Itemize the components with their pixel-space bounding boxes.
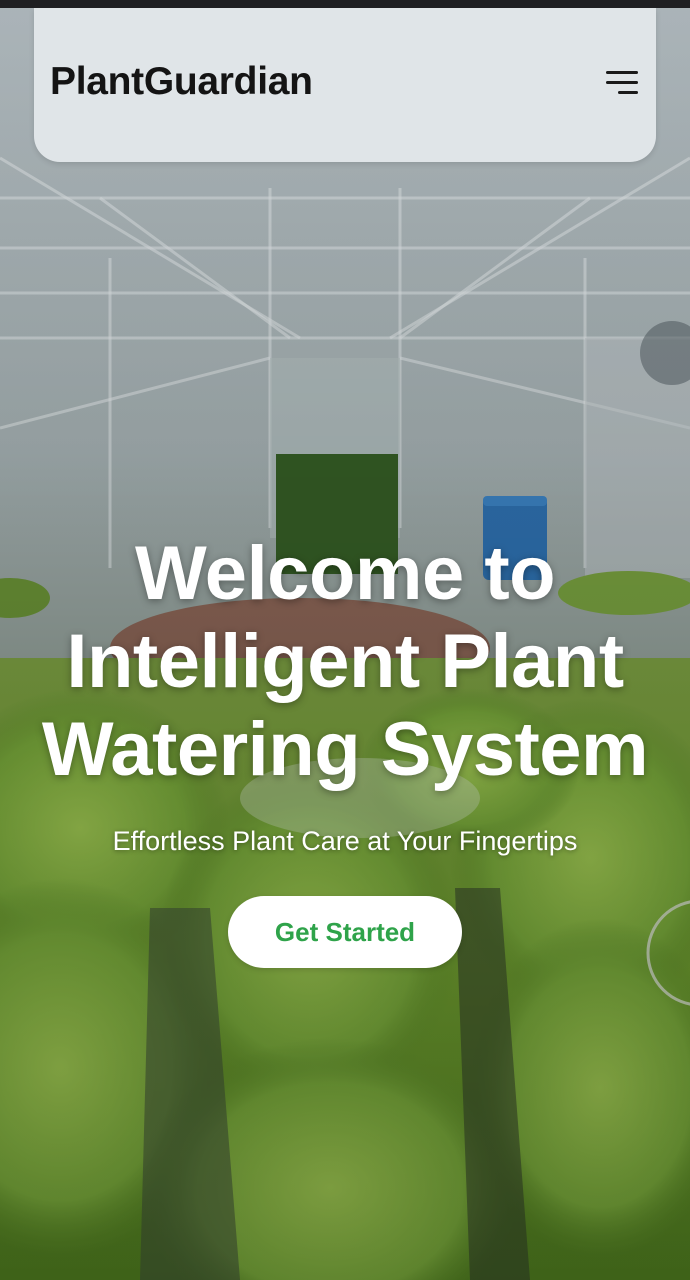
hero-title-line: Intelligent Plant [66, 619, 624, 704]
menu-line [606, 71, 638, 74]
brand-logo-text[interactable]: PlantGuardian [50, 60, 313, 104]
hero-subtitle: Effortless Plant Care at Your Fingertips [112, 826, 578, 856]
menu-line [606, 81, 638, 84]
hamburger-menu-icon[interactable] [602, 68, 638, 98]
hero-section: Welcome to Intelligent Plant Watering Sy… [0, 530, 690, 968]
status-bar [0, 0, 690, 8]
menu-line [618, 91, 638, 94]
hero-title-line: Welcome to [134, 531, 556, 616]
hero-title: Welcome to Intelligent Plant Watering Sy… [0, 530, 690, 794]
get-started-button[interactable]: Get Started [228, 896, 462, 968]
app-header: PlantGuardian [34, 8, 656, 162]
hero-title-line: Watering System [41, 707, 649, 792]
